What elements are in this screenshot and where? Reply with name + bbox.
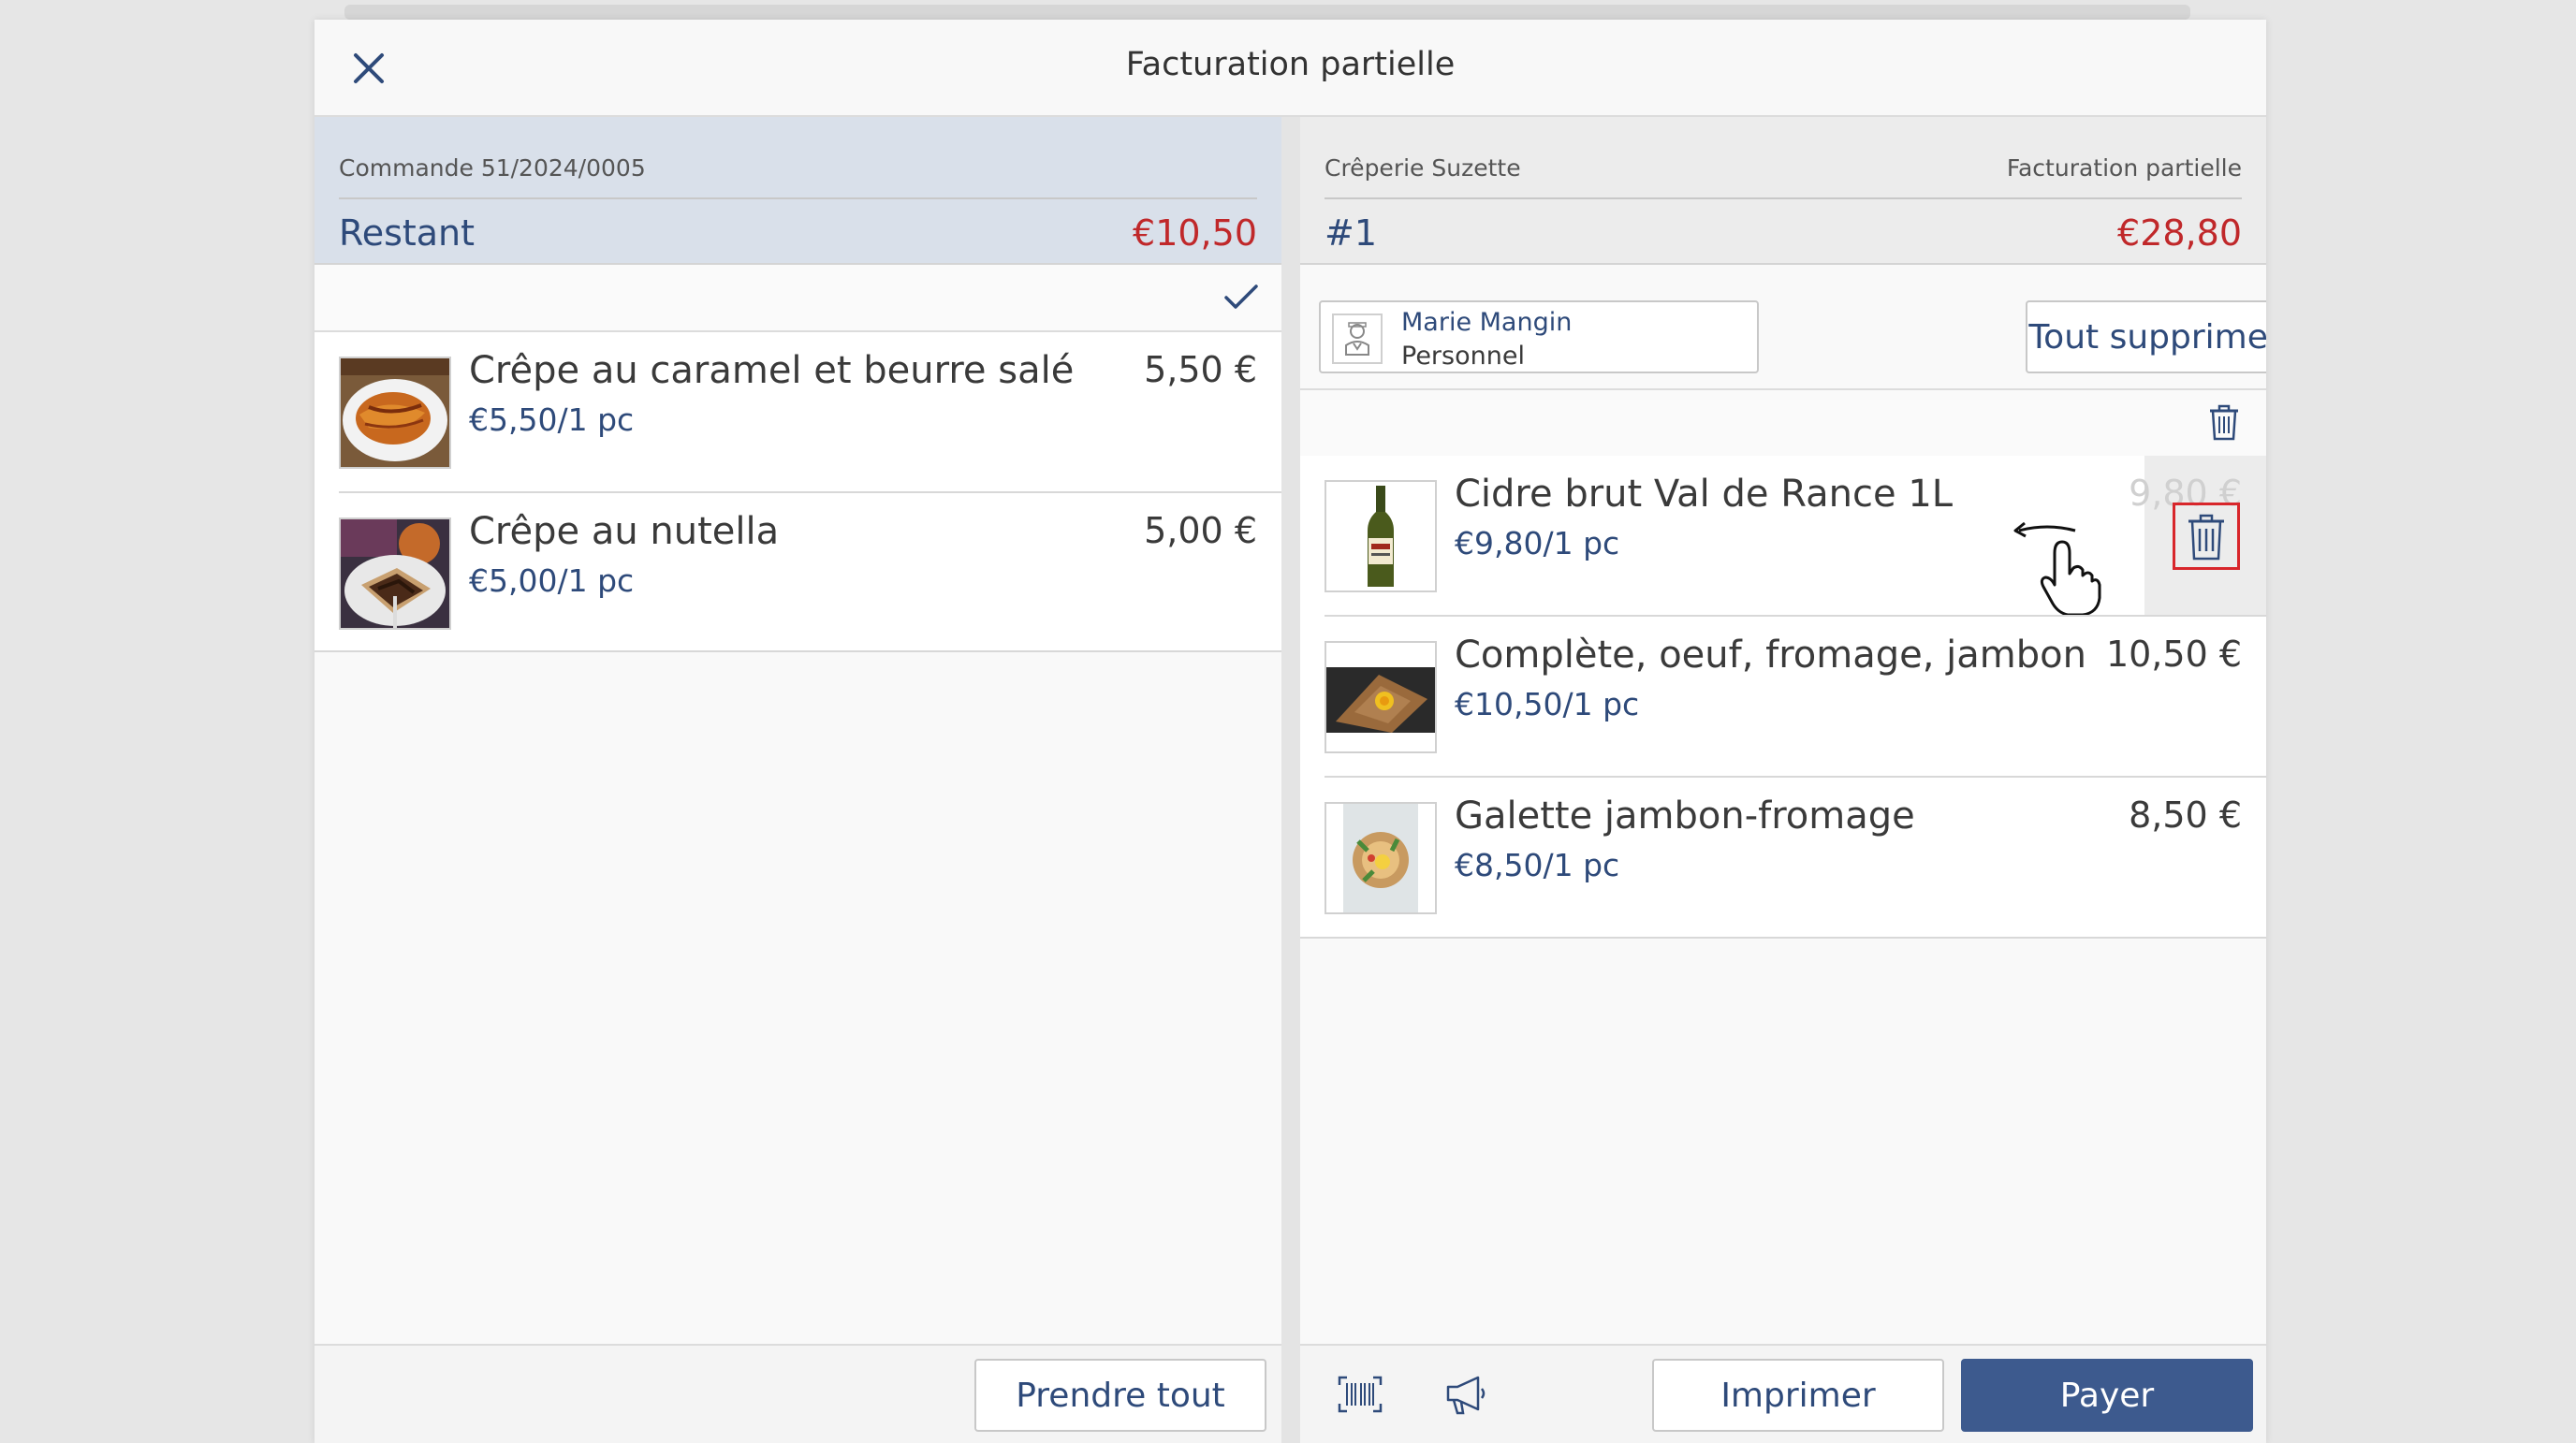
item-price: 10,50 €	[2105, 634, 2242, 675]
item-unit-price: €10,50/1 pc	[1455, 686, 1640, 722]
list-item[interactable]: Complète, oeuf, fromage, jambon €10,50/1…	[1300, 617, 2266, 778]
billing-mode-label: Facturation partielle	[2006, 154, 2242, 182]
restaurant-name: Crêperie Suzette	[1325, 154, 1521, 182]
cider-bottle-photo	[1325, 480, 1437, 592]
invoice-total: €28,80	[2117, 212, 2242, 254]
dialog-header: Facturation partielle	[315, 20, 2266, 117]
staff-name: Marie Mangin	[1401, 308, 1573, 337]
list-item-swiped[interactable]: 9,80 € Cidre brut Val de Rance 1L €9,80/…	[1300, 456, 2266, 617]
item-divider	[315, 650, 1281, 652]
partial-invoice-panel: Crêperie Suzette Facturation partielle #…	[1300, 117, 2266, 1443]
waiter-avatar-icon	[1332, 313, 1383, 364]
galette-jambon-photo	[1325, 802, 1437, 914]
item-name: Crêpe au caramel et beurre salé	[469, 349, 1075, 392]
list-item[interactable]: Crêpe au nutella €5,00/1 pc 5,00 €	[315, 493, 1281, 652]
item-price: 5,50 €	[1144, 349, 1257, 390]
order-summary-header: Commande 51/2024/0005 Restant €10,50	[315, 117, 1281, 265]
item-price: 5,00 €	[1144, 510, 1257, 551]
galette-complete-photo	[1325, 641, 1437, 753]
print-button[interactable]: Imprimer	[1652, 1359, 1944, 1432]
item-price: 8,50 €	[2129, 794, 2242, 836]
background-dialog-edge	[344, 5, 2190, 20]
trash-icon	[2210, 404, 2238, 441]
barcode-icon	[1338, 1376, 1383, 1413]
right-footer: Imprimer Payer	[1300, 1344, 2266, 1443]
take-all-button[interactable]: Prendre tout	[974, 1359, 1266, 1432]
partial-billing-dialog: Facturation partielle Commande 51/2024/0…	[315, 20, 2266, 1443]
list-item[interactable]: Galette jambon-fromage €8,50/1 pc 8,50 €	[1300, 778, 2266, 939]
delete-all-button[interactable]: Tout supprimer	[2026, 300, 2266, 373]
item-name: Galette jambon-fromage	[1455, 794, 1915, 838]
select-all-bar	[315, 265, 1281, 332]
order-number: Commande 51/2024/0005	[339, 154, 646, 182]
item-divider	[1300, 937, 2266, 939]
crepe-nutella-photo	[339, 517, 451, 630]
header-divider	[339, 197, 1257, 199]
trash-icon	[2188, 514, 2224, 561]
invoice-number: #1	[1325, 212, 1378, 254]
announce-button[interactable]	[1441, 1368, 1493, 1421]
remaining-label: Restant	[339, 212, 476, 254]
header-divider	[1325, 197, 2242, 199]
item-name: Crêpe au nutella	[469, 510, 780, 553]
invoice-summary-header: Crêperie Suzette Facturation partielle #…	[1300, 117, 2266, 265]
swipe-left-gesture-icon	[2010, 512, 2107, 617]
item-name: Cidre brut Val de Rance 1L	[1455, 473, 1954, 516]
remaining-amount: €10,50	[1133, 212, 1257, 254]
megaphone-icon	[1446, 1376, 1486, 1415]
select-all-button[interactable]	[1218, 274, 1265, 321]
crepe-caramel-photo	[339, 357, 451, 469]
list-item[interactable]: Crêpe au caramel et beurre salé €5,50/1 …	[315, 332, 1281, 493]
swipe-delete-area: 9,80 €	[2129, 456, 2266, 617]
item-unit-price: €9,80/1 pc	[1455, 525, 1620, 561]
dialog-title: Facturation partielle	[1125, 46, 1456, 83]
item-name: Complète, oeuf, fromage, jambon	[1455, 634, 2086, 677]
left-footer: Prendre tout	[315, 1344, 1281, 1443]
checkmark-icon	[1224, 284, 1258, 309]
panel-divider	[1281, 117, 1300, 1443]
barcode-scan-button[interactable]	[1334, 1368, 1386, 1421]
pay-button[interactable]: Payer	[1961, 1359, 2253, 1432]
delete-selected-button[interactable]	[2201, 398, 2247, 446]
item-unit-price: €8,50/1 pc	[1455, 847, 1620, 883]
item-unit-price: €5,50/1 pc	[469, 401, 635, 438]
swipe-delete-button[interactable]	[2173, 503, 2240, 570]
remaining-order-panel: Commande 51/2024/0005 Restant €10,50 Crê…	[315, 117, 1281, 1443]
items-toolbar	[1300, 388, 2266, 458]
item-unit-price: €5,00/1 pc	[469, 562, 635, 599]
staff-selector[interactable]: Marie Mangin Personnel	[1319, 300, 1759, 373]
staff-role: Personnel	[1401, 342, 1525, 371]
